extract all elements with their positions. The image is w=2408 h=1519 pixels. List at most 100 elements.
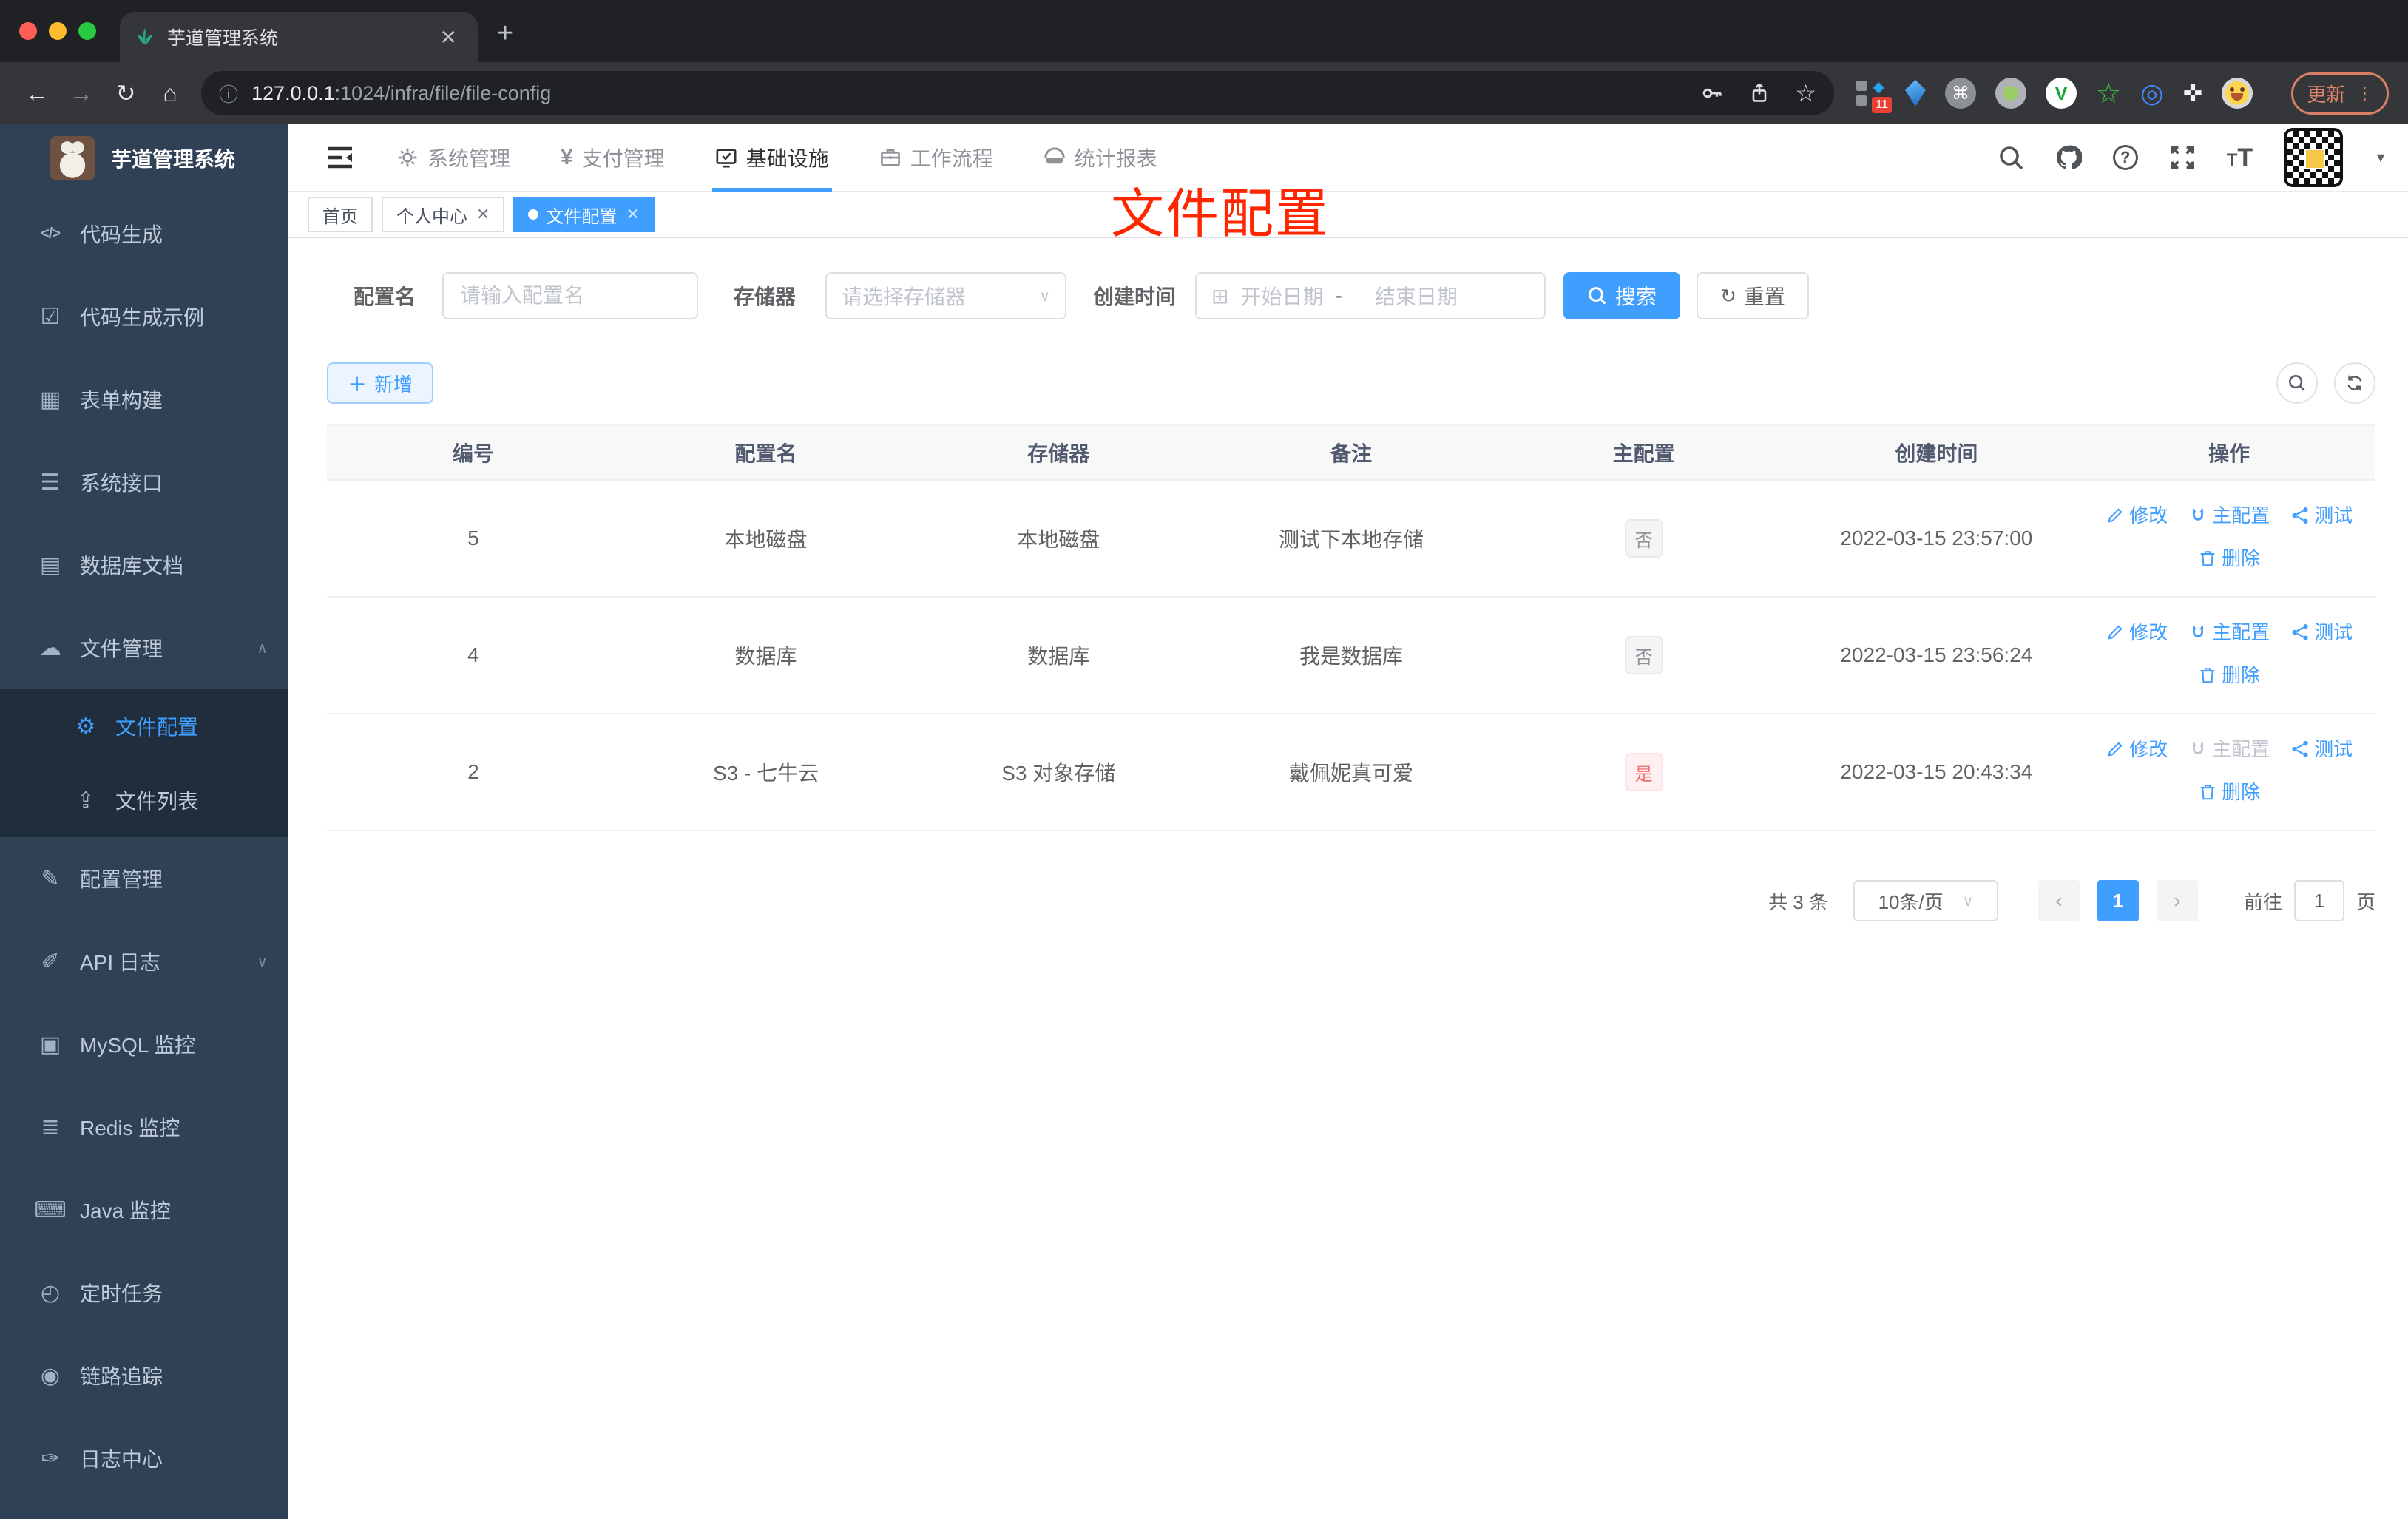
- page-goto-input[interactable]: [2293, 880, 2344, 921]
- column-header: 编号: [327, 424, 620, 481]
- test-link[interactable]: 测试: [2290, 501, 2353, 530]
- gear-icon: [396, 146, 419, 169]
- master-link[interactable]: 主配置: [2188, 618, 2270, 647]
- password-key-icon[interactable]: [1700, 81, 1724, 105]
- bookmark-star-icon[interactable]: ☆: [1795, 79, 1816, 107]
- sidebar-item-form-builder[interactable]: ▦ 表单构建: [0, 358, 288, 441]
- search-button[interactable]: 搜索: [1563, 272, 1681, 319]
- avatar-dropdown-icon[interactable]: ▼: [2374, 150, 2387, 166]
- master-link[interactable]: 主配置: [2188, 501, 2270, 530]
- shield-check-icon: ☑: [40, 304, 61, 329]
- back-icon[interactable]: ←: [15, 80, 59, 107]
- cell-created: 2022-03-15 23:56:24: [1790, 597, 2083, 714]
- fullscreen-icon[interactable]: [2169, 144, 2196, 171]
- test-link[interactable]: 测试: [2290, 618, 2353, 647]
- master-badge: 否: [1624, 519, 1663, 558]
- edit-link[interactable]: 修改: [2106, 618, 2168, 647]
- search-icon[interactable]: [1998, 144, 2024, 171]
- storage-filter-select[interactable]: 请选择存储器 ∨: [825, 272, 1067, 319]
- page-size-select[interactable]: 10条/页 ∨: [1853, 880, 1998, 921]
- name-filter-input[interactable]: [442, 272, 699, 319]
- sidebar-item-config-manage[interactable]: ✎ 配置管理: [0, 837, 288, 920]
- next-page-button[interactable]: ›: [2156, 880, 2198, 921]
- profile-avatar[interactable]: [2222, 78, 2253, 109]
- browser-tab[interactable]: 芋道管理系统 ✕: [120, 12, 478, 62]
- sidebar-logo[interactable]: 芋道管理系统: [0, 124, 288, 192]
- sidebar-item-code-gen[interactable]: </> 代码生成: [0, 192, 288, 275]
- master-link[interactable]: 主配置: [2188, 734, 2270, 764]
- goto-label: 前往: [2243, 890, 2282, 913]
- add-button[interactable]: ＋ 新增: [327, 362, 434, 404]
- sidebar-item-trace[interactable]: ◉ 链路追踪: [0, 1334, 288, 1417]
- sidebar-item-code-gen-demo[interactable]: ☑ 代码生成示例: [0, 275, 288, 358]
- tab-close-icon[interactable]: ✕: [434, 25, 463, 50]
- v-extension-icon[interactable]: V: [2046, 78, 2077, 109]
- table-header-row: 编号 配置名 存储器 备注 主配置 创建时间 操作: [327, 424, 2375, 481]
- sidebar-item-mysql-monitor[interactable]: ▣ MySQL 监控: [0, 1003, 288, 1086]
- minimize-window-button[interactable]: [49, 22, 67, 40]
- sidebar-item-log-center[interactable]: ✑ 日志中心: [0, 1417, 288, 1500]
- chrome-menu-icon[interactable]: ⋮: [2355, 83, 2373, 104]
- sidebar-item-redis-monitor[interactable]: ≣ Redis 监控: [0, 1086, 288, 1168]
- close-icon[interactable]: ✕: [475, 205, 490, 224]
- command-extension-icon[interactable]: ⌘: [1945, 78, 1976, 109]
- sidebar-item-cron-job[interactable]: ◴ 定时任务: [0, 1251, 288, 1334]
- nav-item-infra[interactable]: 基础设施: [690, 124, 854, 192]
- reload-icon[interactable]: ↻: [104, 79, 148, 107]
- tag-profile[interactable]: 个人中心 ✕: [382, 197, 505, 232]
- font-size-icon[interactable]: TT: [2227, 143, 2253, 172]
- eye-extension-icon[interactable]: ◎: [2140, 78, 2163, 109]
- collapse-sidebar-icon[interactable]: [327, 146, 354, 169]
- share-icon[interactable]: [1748, 81, 1771, 105]
- zoom-window-button[interactable]: [78, 22, 96, 40]
- page-1-button[interactable]: 1: [2097, 880, 2139, 921]
- date-filter-label: 创建时间: [1093, 285, 1177, 308]
- sidebar-item-file-config[interactable]: ⚙ 文件配置: [0, 689, 288, 763]
- page-content: 配置名 存储器 请选择存储器 ∨ 创建时间 ⊞ 开始日期 - 结束日期: [288, 238, 2408, 1519]
- sidebar-item-file-manage[interactable]: ☁ 文件管理 ∧: [0, 606, 288, 689]
- nav-item-system[interactable]: 系统管理: [371, 124, 535, 191]
- sidebar-item-system-api[interactable]: ☰ 系统接口: [0, 441, 288, 524]
- refresh-table-button[interactable]: [2334, 362, 2375, 404]
- delete-link[interactable]: 删除: [2198, 777, 2260, 807]
- nav-item-workflow[interactable]: 工作流程: [854, 124, 1018, 191]
- cell-storage: S3 对象存储: [912, 714, 1205, 831]
- kite-extension-icon[interactable]: [1905, 80, 1926, 106]
- delete-link[interactable]: 删除: [2198, 660, 2260, 690]
- reset-button[interactable]: ↻ 重置: [1697, 272, 1809, 319]
- new-tab-button[interactable]: +: [497, 19, 513, 47]
- sidebar-item-java-monitor[interactable]: ⌨ Java 监控: [0, 1168, 288, 1251]
- tag-home[interactable]: 首页: [308, 197, 373, 232]
- dot-extension-icon[interactable]: [1995, 78, 2026, 109]
- forward-icon[interactable]: →: [59, 80, 104, 107]
- help-icon[interactable]: ?: [2112, 145, 2138, 170]
- prev-page-button[interactable]: ‹: [2037, 880, 2080, 921]
- sidebar-item-file-list[interactable]: ⇪ 文件列表: [0, 763, 288, 837]
- test-link[interactable]: 测试: [2290, 734, 2353, 764]
- address-bar[interactable]: ⓘ 127.0.0.1:1024/infra/file/file-config …: [201, 71, 1834, 115]
- puzzle-extensions-icon[interactable]: ✜: [2183, 79, 2203, 107]
- edit-link[interactable]: 修改: [2106, 501, 2168, 530]
- column-header: 备注: [1205, 424, 1498, 481]
- sidebar-item-api-log[interactable]: ✐ API 日志 ∨: [0, 920, 288, 1003]
- date-range-picker[interactable]: ⊞ 开始日期 - 结束日期: [1195, 272, 1546, 319]
- column-header: 创建时间: [1790, 424, 2083, 481]
- chrome-update-button[interactable]: 更新 ⋮: [2291, 72, 2390, 115]
- toggle-search-button[interactable]: [2276, 362, 2318, 404]
- edit-link[interactable]: 修改: [2106, 734, 2168, 764]
- star-extension-icon[interactable]: ☆: [2096, 77, 2121, 110]
- tag-file-config[interactable]: 文件配置 ✕: [513, 197, 655, 232]
- stack-icon: ≣: [41, 1114, 60, 1140]
- close-icon[interactable]: ✕: [624, 205, 639, 224]
- github-icon[interactable]: [2055, 144, 2082, 171]
- nav-item-payment[interactable]: ¥ 支付管理: [535, 124, 690, 191]
- home-icon[interactable]: ⌂: [148, 80, 192, 107]
- delete-link[interactable]: 删除: [2198, 544, 2260, 573]
- user-avatar-qr[interactable]: [2284, 128, 2344, 187]
- close-window-button[interactable]: [19, 22, 37, 40]
- sidebar-item-db-doc[interactable]: ▤ 数据库文档: [0, 524, 288, 606]
- notes-extension-icon[interactable]: ◆ 11: [1855, 78, 1892, 113]
- site-info-icon[interactable]: ⓘ: [219, 80, 238, 107]
- log-center-icon: ✑: [41, 1446, 60, 1471]
- cell-name: S3 - 七牛云: [619, 714, 913, 831]
